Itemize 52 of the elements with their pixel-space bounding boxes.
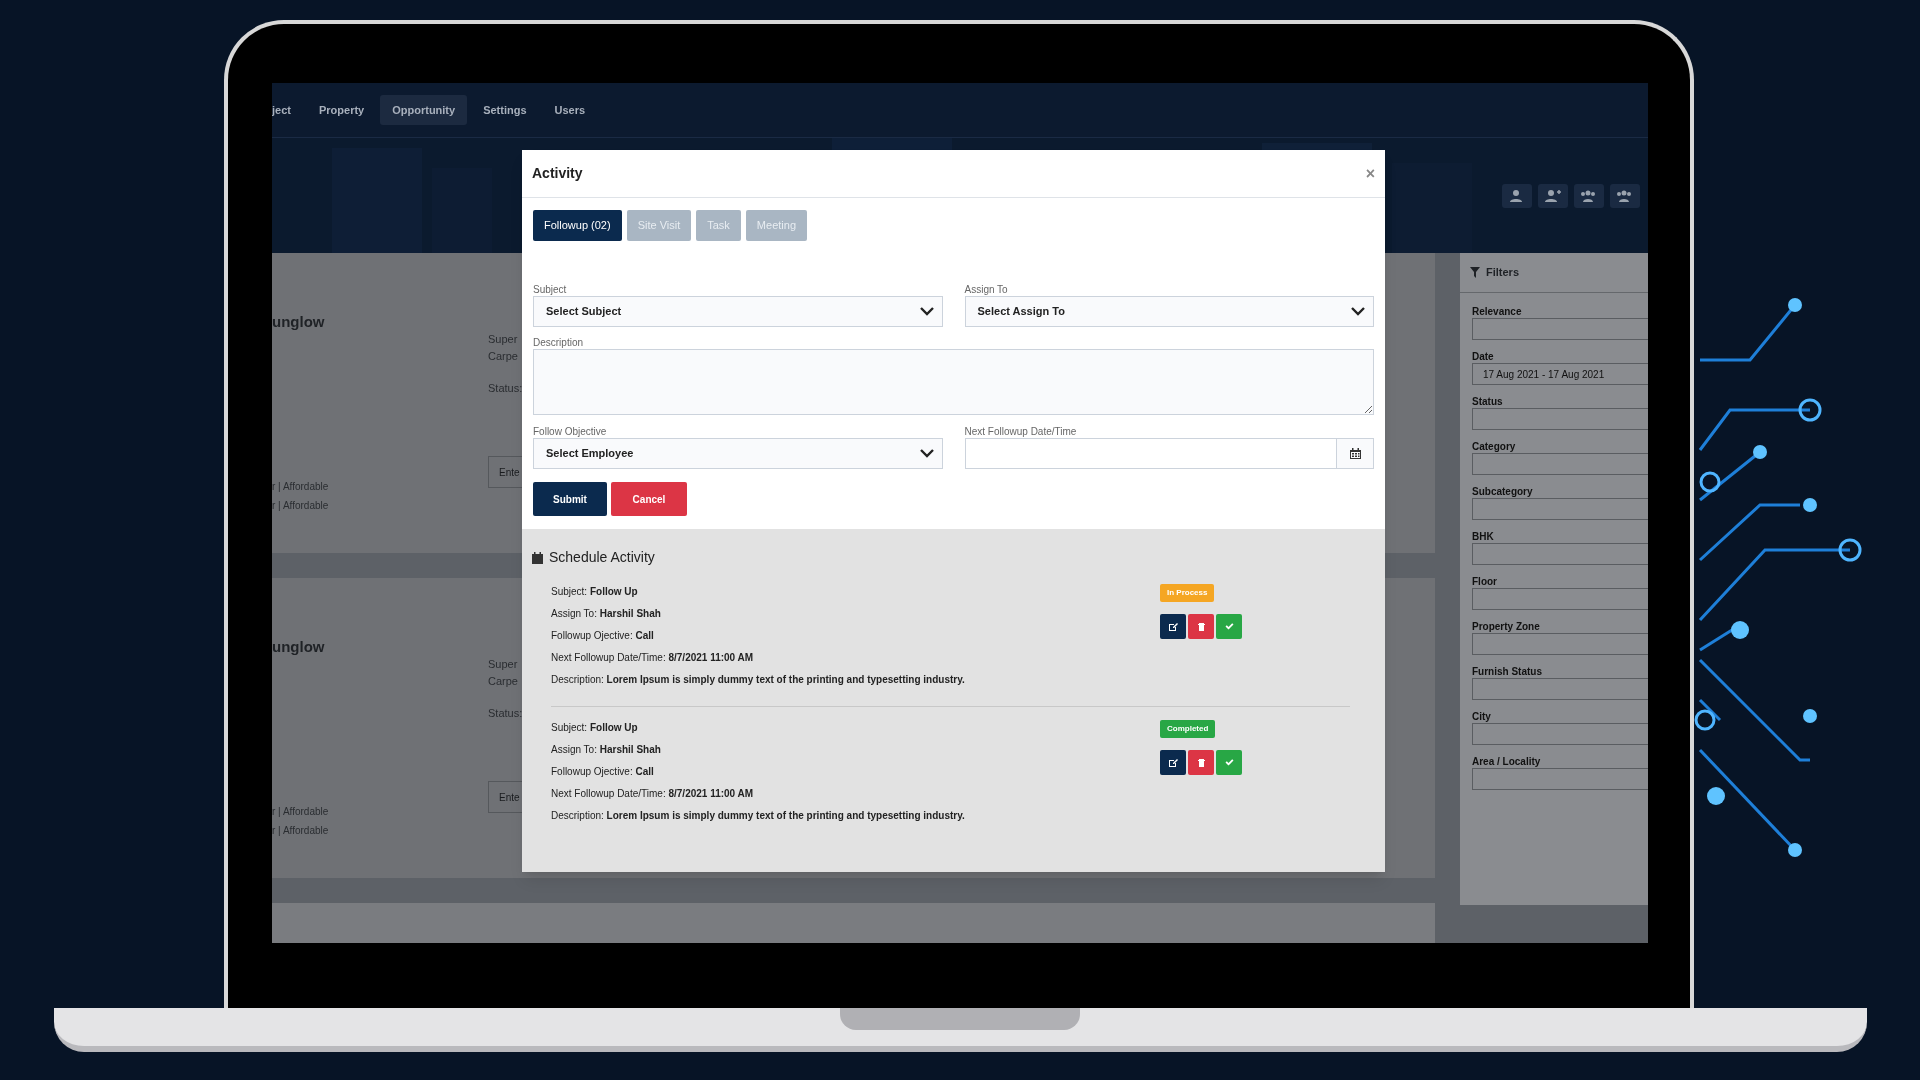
field-label: Follow Objective — [533, 425, 608, 437]
field-label: Next Followup Date/Time — [964, 425, 1078, 437]
cancel-button[interactable]: Cancel — [611, 482, 687, 516]
field-label: City — [1472, 710, 1492, 723]
dialog-title: Activity — [532, 164, 583, 183]
section-title: Schedule Activity — [549, 548, 655, 567]
field-label: Super — [488, 332, 519, 347]
field-label: Relevance — [1472, 305, 1523, 318]
close-button[interactable]: × — [1365, 165, 1375, 182]
submit-button[interactable]: Submit — [533, 482, 607, 516]
tab[interactable]: Followup (02) — [533, 210, 622, 241]
dropdown[interactable]: Select Assign To — [964, 296, 1374, 327]
nav-tab[interactable]: Users — [542, 94, 598, 126]
dropdown[interactable]: Select Employee — [533, 438, 943, 469]
detail-line: Followup Ojective: Call — [551, 765, 655, 779]
listing-title: unglow — [272, 312, 326, 332]
field-label: Status: — [488, 705, 524, 721]
field-label: Status: — [488, 380, 524, 396]
field-label: Furnish Status — [1472, 665, 1543, 678]
detail-line: Subject: Follow Up — [551, 585, 639, 599]
nav-tab[interactable]: Settings — [471, 94, 539, 126]
listing-title: unglow — [272, 637, 326, 658]
status-badge: Completed — [1160, 720, 1216, 738]
panel-title: Filters — [1486, 265, 1519, 281]
field-label: Super — [488, 657, 519, 673]
detail-line: Assign To: Harshil Shah — [551, 607, 662, 621]
field-label: Subcategory — [1472, 485, 1534, 498]
detail-line: Description: Lorem Ipsum is simply dummy text of the printing and typesetting industry. — [551, 673, 965, 687]
field-label: Carpe — [488, 673, 519, 689]
detail-line: Next Followup Date/Time: 8/7/2021 11:00 AM — [551, 787, 755, 801]
nav-tab[interactable]: Property — [306, 94, 377, 126]
field-label: Carpe — [488, 348, 519, 364]
field-label: Subject — [533, 283, 568, 295]
field-label: Category — [1472, 440, 1517, 453]
nav-tab[interactable]: ject — [272, 94, 303, 126]
detail-line: Assign To: Harshil Shah — [551, 743, 662, 757]
filter-field[interactable]: 17 Aug 2021 - 17 Aug 2021 — [1472, 363, 1648, 385]
field-label: Assign To — [964, 283, 1009, 295]
field-label: Status — [1472, 395, 1504, 408]
field-label: Description — [533, 336, 585, 348]
detail-line: Description: Lorem Ipsum is simply dummy text of the printing and typesetting industry. — [551, 809, 965, 823]
detail-line: Next Followup Date/Time: 8/7/2021 11:00 AM — [551, 651, 755, 665]
status-badge: In Process — [1160, 584, 1215, 602]
field-label: Property Zone — [1472, 620, 1541, 633]
field-label: Area / Locality — [1472, 755, 1542, 768]
field-label: BHK — [1472, 530, 1495, 543]
dropdown[interactable]: Select Subject — [533, 296, 943, 327]
nav-tab[interactable]: Opportunity — [380, 94, 468, 126]
field-label: Date — [1472, 350, 1495, 363]
detail-line: Followup Ojective: Call — [551, 629, 655, 643]
field-label: Floor — [1472, 575, 1498, 588]
detail-line: Subject: Follow Up — [551, 721, 639, 735]
